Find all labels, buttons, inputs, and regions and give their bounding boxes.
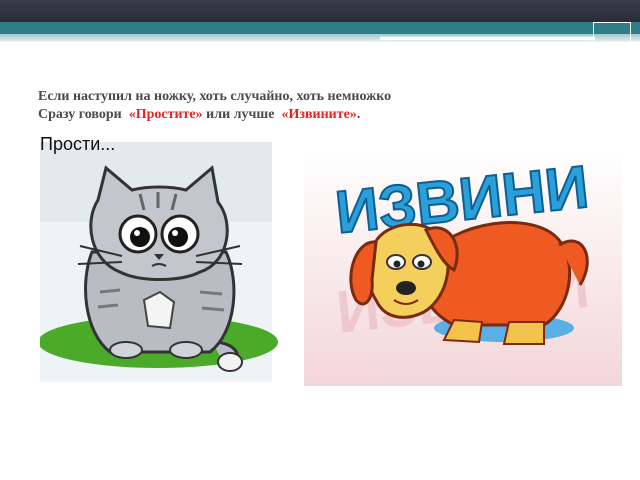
text-line-2-middle: или лучше <box>202 107 282 122</box>
header-decoration-box <box>593 22 631 44</box>
cat-eye-left <box>130 227 150 247</box>
dog-eye-left <box>393 260 401 268</box>
header-decoration-line <box>380 36 595 40</box>
cat-illustration <box>40 142 280 382</box>
cat-caption: Прости... <box>40 134 116 154</box>
dog-eye-right <box>417 260 425 268</box>
text-line-1: Если наступил на ножку, хоть случайно, х… <box>38 89 392 104</box>
cat-eye-right <box>168 227 188 247</box>
dog-drawing: ИЗВИНИ ИЗВИНИ <box>304 150 622 386</box>
slide-text: Если наступил на ножку, хоть случайно, х… <box>38 88 598 124</box>
cat-drawing <box>40 142 278 382</box>
highlight-word-prostite: «Простите» <box>128 107 203 122</box>
text-line-2: Сразу говори «Простите» или лучше «Извин… <box>38 106 598 124</box>
slide-header-stripe <box>0 22 640 34</box>
highlight-word-izvinite: «Извините» <box>281 107 357 122</box>
text-line-2-end: . <box>356 107 361 122</box>
dog-illustration: ИЗВИНИ ИЗВИНИ <box>304 150 622 386</box>
dog-nose <box>396 281 416 295</box>
text-line-2-prefix: Сразу говори <box>38 107 129 122</box>
slide-header-bar <box>0 0 640 22</box>
